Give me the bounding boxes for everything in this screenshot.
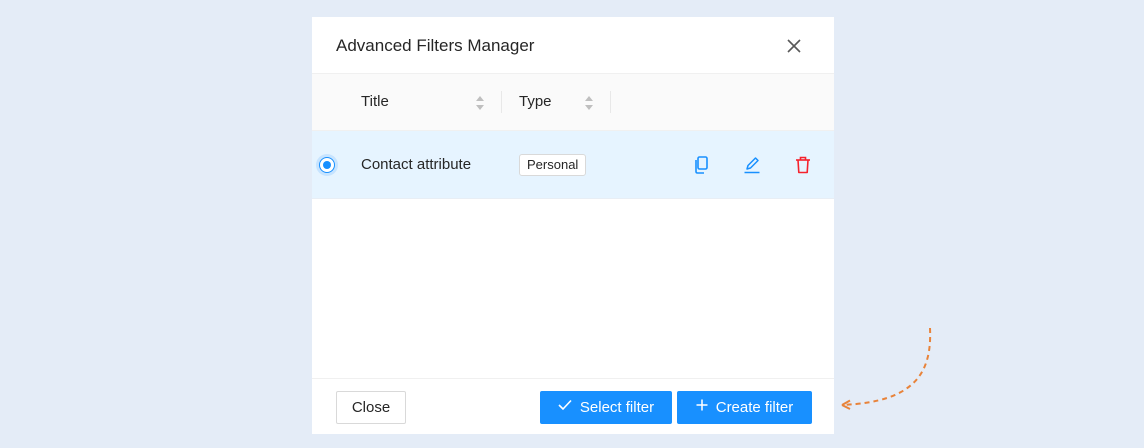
modal-title: Advanced Filters Manager bbox=[336, 36, 535, 55]
delete-icon[interactable] bbox=[794, 155, 812, 175]
copy-icon[interactable] bbox=[693, 155, 711, 175]
sort-icon[interactable] bbox=[584, 95, 594, 111]
edit-icon[interactable] bbox=[743, 155, 761, 175]
create-filter-label: Create filter bbox=[715, 399, 794, 416]
page-background: Advanced Filters Manager Title Type Cont… bbox=[0, 0, 1144, 448]
table-row[interactable]: Contact attribute Personal bbox=[312, 131, 834, 199]
select-filter-label: Select filter bbox=[579, 399, 655, 416]
table-header: Title Type bbox=[312, 74, 834, 131]
plus-icon bbox=[696, 391, 708, 422]
advanced-filters-modal: Advanced Filters Manager Title Type Cont… bbox=[312, 17, 834, 434]
column-divider bbox=[501, 91, 502, 113]
column-divider bbox=[610, 91, 611, 113]
filter-title-cell: Contact attribute bbox=[361, 156, 472, 173]
modal-header: Advanced Filters Manager bbox=[312, 17, 834, 74]
close-icon[interactable] bbox=[784, 36, 804, 56]
sort-icon[interactable] bbox=[475, 95, 485, 111]
select-filter-button[interactable]: Select filter bbox=[540, 391, 672, 424]
annotation-arrow-icon bbox=[841, 327, 932, 410]
type-tag: Personal bbox=[519, 154, 587, 176]
modal-footer: Close Select filter Create filter bbox=[312, 378, 834, 434]
row-select-radio[interactable] bbox=[319, 157, 335, 173]
check-icon bbox=[558, 391, 572, 422]
column-header-title[interactable]: Title bbox=[361, 74, 389, 130]
close-button[interactable]: Close bbox=[336, 391, 406, 424]
column-header-type[interactable]: Type bbox=[519, 74, 552, 130]
create-filter-button[interactable]: Create filter bbox=[677, 391, 812, 424]
